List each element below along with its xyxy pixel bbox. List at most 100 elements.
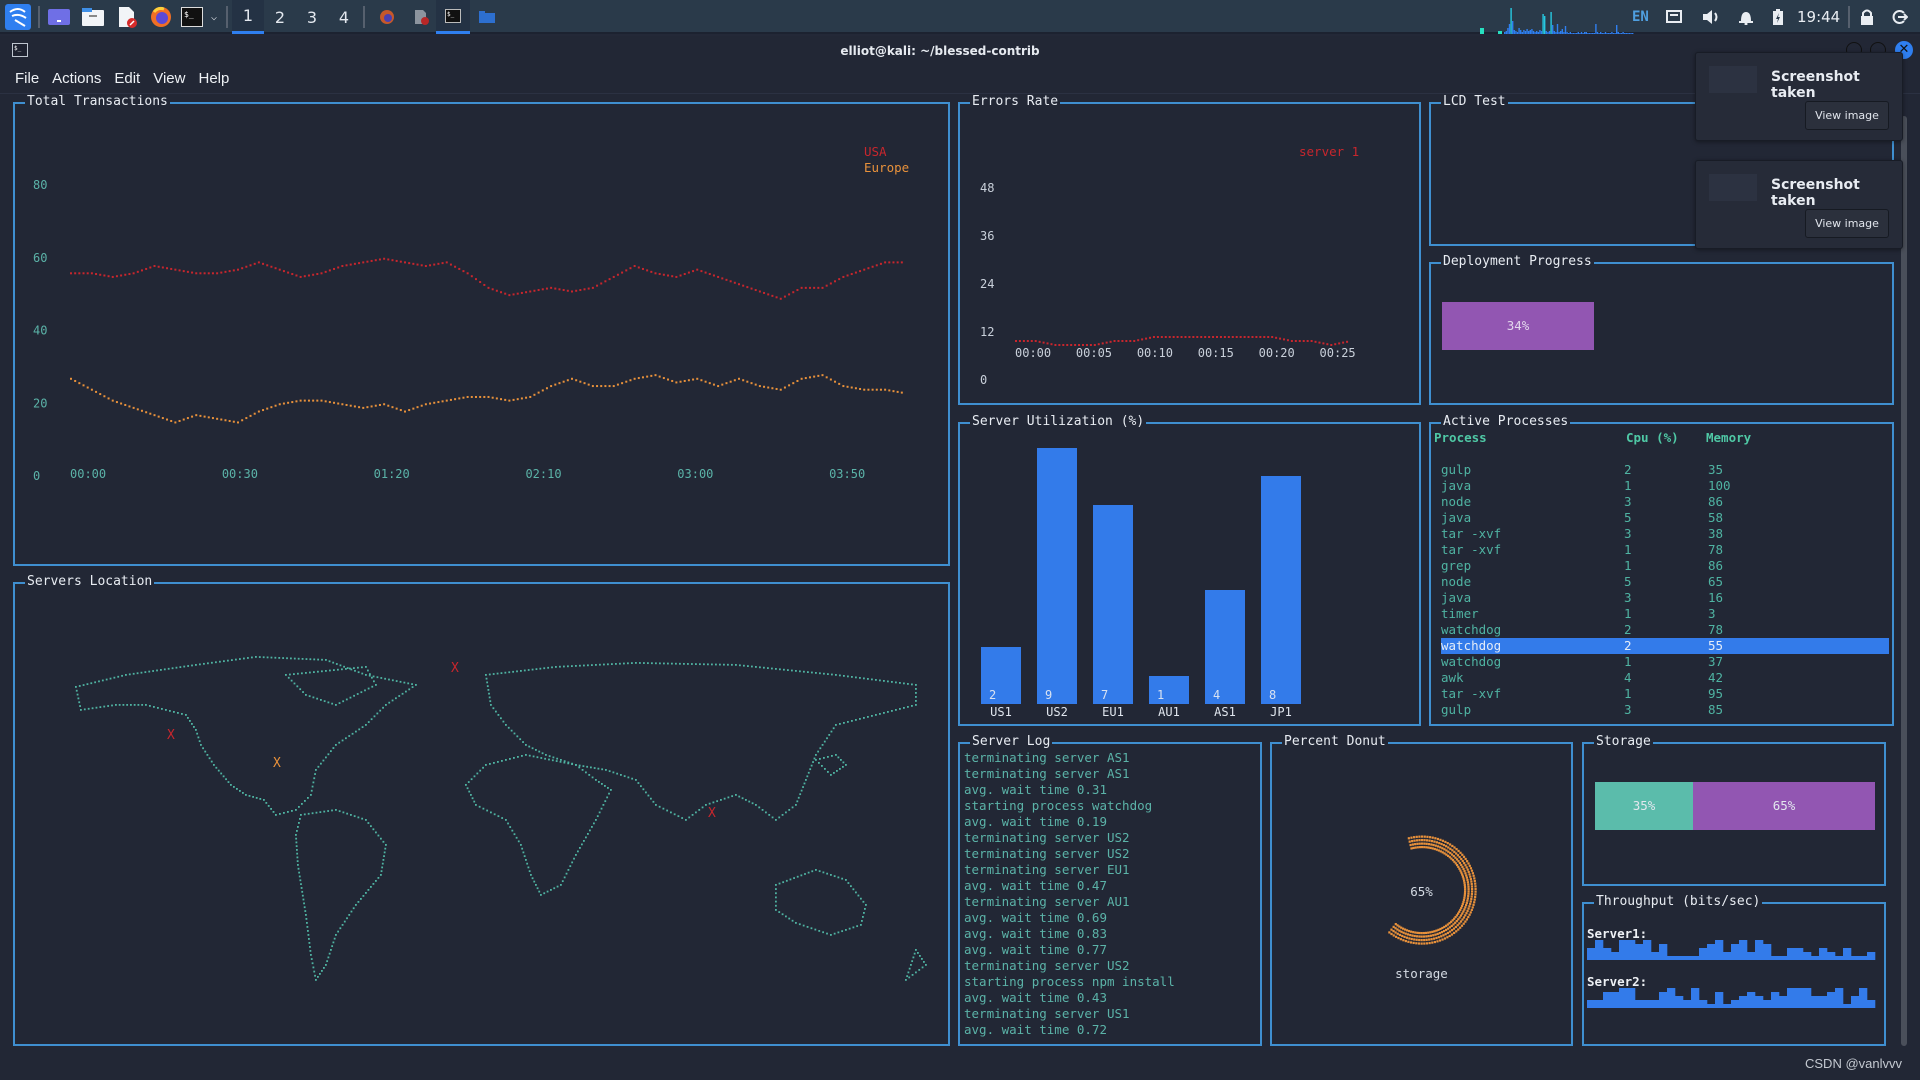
file-manager-launcher[interactable] bbox=[80, 0, 106, 34]
window-titlebar[interactable]: $_ elliot@kali: ~/blessed-contrib ✕ bbox=[0, 36, 1920, 66]
process-row[interactable]: watchdog 1 37 bbox=[1441, 654, 1889, 670]
notification-screenshot-1[interactable]: Screenshot taken View image bbox=[1695, 52, 1903, 141]
data-point bbox=[1279, 337, 1282, 340]
menu-edit[interactable]: Edit bbox=[114, 66, 147, 93]
process-row[interactable]: node 5 65 bbox=[1441, 574, 1889, 590]
process-row[interactable]: java 3 16 bbox=[1441, 590, 1889, 606]
kali-menu-button[interactable] bbox=[4, 0, 32, 34]
firefox-task[interactable] bbox=[372, 0, 402, 34]
notification-screenshot-2[interactable]: Screenshot taken View image bbox=[1695, 160, 1903, 249]
data-point bbox=[491, 288, 494, 291]
data-point bbox=[566, 379, 569, 382]
launcher-dropdown-chevron-icon[interactable]: ⌵ bbox=[206, 0, 222, 34]
process-row[interactable]: java 1 100 bbox=[1441, 478, 1889, 494]
map-dot bbox=[165, 709, 167, 711]
notifications-tray[interactable] bbox=[1738, 0, 1754, 34]
graph-bar bbox=[1510, 8, 1512, 34]
logout-button[interactable] bbox=[1892, 0, 1908, 34]
data-point bbox=[587, 287, 590, 290]
process-row[interactable]: tar -xvf 3 38 bbox=[1441, 526, 1889, 542]
donut-dot bbox=[1455, 930, 1458, 933]
map-dot bbox=[333, 937, 336, 940]
keyboard-layout-indicator[interactable]: EN bbox=[1632, 0, 1649, 34]
volume-tray[interactable] bbox=[1702, 0, 1720, 34]
map-dot bbox=[560, 884, 562, 886]
workspace-2[interactable]: 2 bbox=[264, 0, 296, 34]
column-header-memory[interactable]: Memory bbox=[1706, 430, 1751, 445]
view-image-button[interactable]: View image bbox=[1805, 101, 1889, 130]
clock[interactable]: 19:44 bbox=[1797, 0, 1840, 34]
map-dot bbox=[745, 799, 747, 801]
terminal-task[interactable]: $_ bbox=[436, 0, 470, 34]
process-row[interactable]: tar -xvf 1 78 bbox=[1441, 542, 1889, 558]
text-editor-launcher[interactable] bbox=[114, 0, 140, 34]
menu-actions[interactable]: Actions bbox=[52, 66, 108, 93]
menu-view[interactable]: View bbox=[153, 66, 192, 93]
data-point bbox=[879, 388, 882, 391]
data-point bbox=[1223, 336, 1226, 338]
column-header-cpu[interactable]: Cpu (%) bbox=[1626, 430, 1679, 445]
data-point bbox=[349, 263, 352, 266]
process-row[interactable]: watchdog 2 55 bbox=[1441, 638, 1889, 654]
workspace-1[interactable]: 1 bbox=[232, 0, 264, 34]
sparkline-bar bbox=[1843, 948, 1852, 960]
map-dot bbox=[345, 668, 347, 670]
folder-task[interactable] bbox=[472, 0, 502, 34]
process-row[interactable]: tar -xvf 1 95 bbox=[1441, 686, 1889, 702]
column-header-process[interactable]: Process bbox=[1434, 430, 1487, 445]
map-dot bbox=[493, 762, 495, 764]
data-point bbox=[186, 417, 189, 420]
text-editor-task[interactable] bbox=[406, 0, 436, 34]
workspace-3[interactable]: 3 bbox=[296, 0, 328, 34]
show-desktop-button[interactable] bbox=[46, 0, 72, 34]
map-dot bbox=[887, 711, 889, 713]
sparkline-bar bbox=[1851, 956, 1860, 960]
server-log-list[interactable]: terminating server AS1 terminating server… bbox=[964, 750, 1175, 1038]
process-row[interactable]: java 5 58 bbox=[1441, 510, 1889, 526]
workspace-4[interactable]: 4 bbox=[328, 0, 360, 34]
map-dot bbox=[385, 704, 387, 706]
process-row[interactable]: grep 1 86 bbox=[1441, 558, 1889, 574]
map-dot bbox=[859, 718, 861, 720]
process-row[interactable]: gulp 3 85 bbox=[1441, 702, 1889, 718]
battery-tray[interactable] bbox=[1773, 0, 1783, 34]
terminal-task-icon: $_ bbox=[445, 8, 461, 23]
map-dot bbox=[236, 788, 238, 790]
view-image-button[interactable]: View image bbox=[1805, 209, 1889, 238]
process-row[interactable]: timer 1 3 bbox=[1441, 606, 1889, 622]
data-point bbox=[1208, 336, 1211, 338]
lock-screen-button[interactable] bbox=[1860, 0, 1874, 34]
map-dot bbox=[879, 713, 881, 715]
map-dot bbox=[306, 926, 309, 928]
donut-dot bbox=[1418, 846, 1422, 849]
firefox-launcher[interactable] bbox=[148, 0, 174, 34]
map-dot bbox=[370, 886, 372, 888]
vertical-scrollbar[interactable] bbox=[1901, 116, 1907, 1046]
process-row[interactable]: awk 4 42 bbox=[1441, 670, 1889, 686]
map-dot bbox=[645, 791, 647, 794]
graph-bar bbox=[1498, 31, 1502, 34]
process-row[interactable]: watchdog 2 78 bbox=[1441, 622, 1889, 638]
process-row[interactable]: node 3 86 bbox=[1441, 494, 1889, 510]
data-point bbox=[257, 410, 260, 413]
map-dot bbox=[521, 847, 524, 850]
menu-help[interactable]: Help bbox=[198, 66, 236, 93]
terminal-launcher[interactable]: $_ bbox=[180, 0, 204, 34]
data-point bbox=[646, 375, 649, 378]
map-dot bbox=[398, 695, 401, 697]
map-dot bbox=[855, 676, 857, 679]
process-row[interactable]: gulp 2 35 bbox=[1441, 462, 1889, 478]
data-point bbox=[466, 272, 469, 275]
donut-dot bbox=[1420, 938, 1423, 942]
data-point bbox=[395, 407, 398, 410]
map-dot bbox=[567, 665, 569, 668]
y-tick-label: 80 bbox=[33, 178, 47, 192]
map-dot bbox=[372, 675, 375, 678]
menu-file[interactable]: File bbox=[15, 66, 46, 93]
map-dot bbox=[831, 755, 833, 757]
map-dot bbox=[405, 690, 407, 693]
data-point bbox=[462, 270, 465, 273]
map-dot bbox=[599, 663, 601, 666]
sparkline-bar bbox=[1675, 996, 1684, 1008]
network-tray[interactable] bbox=[1666, 0, 1682, 34]
